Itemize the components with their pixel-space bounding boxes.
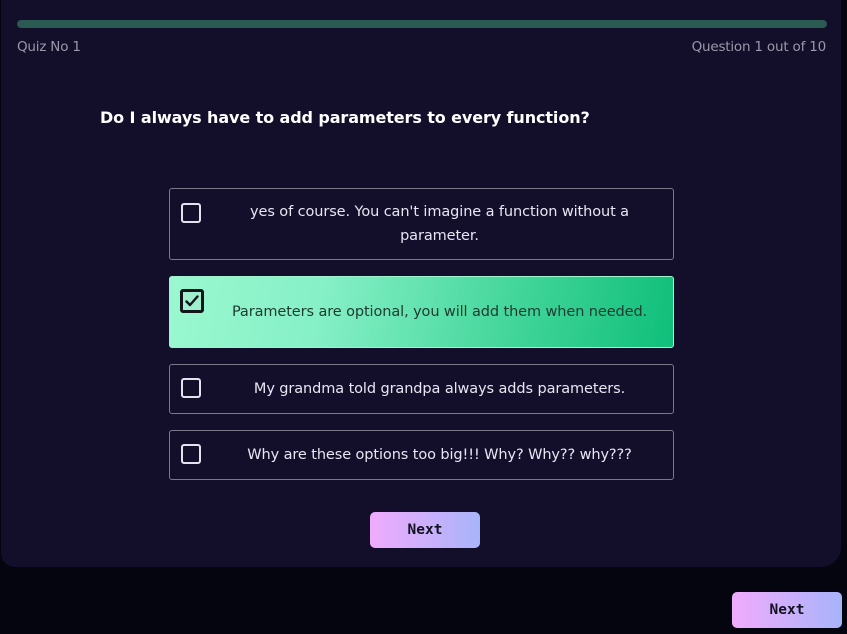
card-next-button[interactable]: Next <box>370 512 480 548</box>
quiz-card: Quiz No 1 Question 1 out of 10 Do I alwa… <box>1 0 841 567</box>
option-2-checkbox[interactable] <box>180 289 204 313</box>
option-4[interactable]: Why are these options too big!!! Why? Wh… <box>169 430 674 480</box>
option-4-label: Why are these options too big!!! Why? Wh… <box>247 447 632 463</box>
progress-bar <box>17 20 827 28</box>
option-3[interactable]: My grandma told grandpa always adds para… <box>169 364 674 414</box>
check-icon <box>185 295 199 307</box>
quiz-title: Quiz No 1 <box>17 39 81 55</box>
question-text: Do I always have to add parameters to ev… <box>100 108 590 127</box>
option-1[interactable]: yes of course. You can't imagine a funct… <box>169 188 674 260</box>
option-2[interactable]: Parameters are optional, you will add th… <box>169 276 674 348</box>
option-1-label: yes of course. You can't imagine a funct… <box>250 204 629 244</box>
option-2-label: Parameters are optional, you will add th… <box>231 304 648 320</box>
options-list: yes of course. You can't imagine a funct… <box>169 188 674 496</box>
option-1-checkbox[interactable] <box>181 203 201 223</box>
question-counter: Question 1 out of 10 <box>691 39 827 55</box>
option-3-checkbox[interactable] <box>181 378 201 398</box>
option-4-checkbox[interactable] <box>181 444 201 464</box>
option-3-label: My grandma told grandpa always adds para… <box>253 381 626 397</box>
progress-fill <box>17 20 827 28</box>
page-next-button[interactable]: Next <box>732 592 842 628</box>
page: Quiz No 1 Question 1 out of 10 Do I alwa… <box>0 0 847 634</box>
